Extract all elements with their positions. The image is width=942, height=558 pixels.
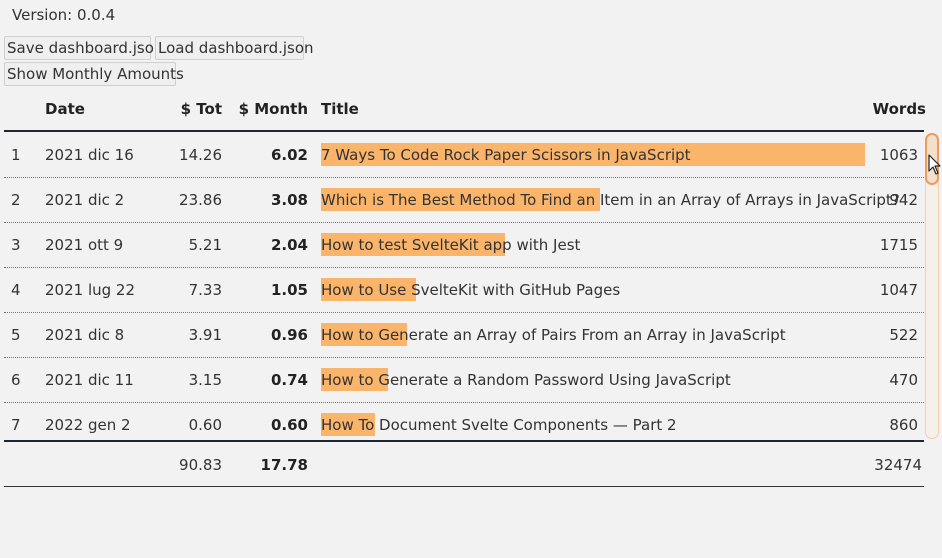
table-footer-totals: 90.83 17.78 32474 — [4, 440, 924, 487]
row-title-cell: How to Generate an Array of Pairs From a… — [321, 313, 866, 358]
row-words: 470 — [889, 371, 918, 389]
row-month: 0.74 — [270, 371, 308, 389]
row-title-cell: Which is The Best Method To Find an Item… — [321, 178, 900, 223]
row-index: 2 — [11, 191, 21, 209]
save-dashboard-button[interactable]: Save dashboard.json — [4, 36, 163, 60]
row-index: 7 — [11, 416, 21, 434]
mouse-cursor-icon — [928, 154, 941, 175]
row-title[interactable]: 7 Ways To Code Rock Paper Scissors in Ja… — [321, 146, 691, 164]
row-date: 2021 dic 8 — [45, 326, 125, 344]
show-monthly-amounts-button[interactable]: Show Monthly Amounts — [4, 62, 184, 86]
table-scrollbar[interactable] — [925, 133, 939, 439]
row-words: 942 — [889, 191, 918, 209]
row-month: 6.02 — [270, 146, 308, 164]
row-total: 0.60 — [188, 416, 222, 434]
row-title-cell: 7 Ways To Code Rock Paper Scissors in Ja… — [321, 133, 866, 178]
row-title[interactable]: Which is The Best Method To Find an Item… — [321, 191, 900, 209]
row-index: 3 — [11, 236, 21, 254]
row-total: 3.15 — [188, 371, 222, 389]
row-index: 6 — [11, 371, 21, 389]
table-header: Date $ Tot $ Month Title Words — [4, 96, 926, 132]
row-date: 2021 dic 16 — [45, 146, 134, 164]
total-tot: 90.83 — [179, 456, 222, 474]
total-month: 17.78 — [260, 456, 308, 474]
row-total: 5.21 — [188, 236, 222, 254]
row-month: 3.08 — [270, 191, 308, 209]
version-label: Version: 0.0.4 — [12, 6, 116, 24]
row-title[interactable]: How to Generate a Random Password Using … — [321, 371, 731, 389]
row-date: 2022 gen 2 — [45, 416, 131, 434]
row-date: 2021 lug 22 — [45, 281, 135, 299]
load-dashboard-button[interactable]: Load dashboard.json — [155, 36, 314, 60]
table-row: 1 2021 dic 16 14.26 6.02 7 Ways To Code … — [4, 133, 924, 178]
table-row: 5 2021 dic 8 3.91 0.96 How to Generate a… — [4, 313, 924, 358]
row-total: 23.86 — [179, 191, 222, 209]
header-total[interactable]: $ Tot — [181, 100, 222, 118]
row-date: 2021 dic 2 — [45, 191, 125, 209]
header-month[interactable]: $ Month — [239, 100, 308, 118]
row-total: 7.33 — [188, 281, 222, 299]
row-title[interactable]: How to test SvelteKit app with Jest — [321, 236, 580, 254]
row-title[interactable]: How to Use SvelteKit with GitHub Pages — [321, 281, 620, 299]
row-words: 860 — [889, 416, 918, 434]
row-date: 2021 ott 9 — [45, 236, 124, 254]
row-month: 0.60 — [270, 416, 308, 434]
row-title[interactable]: How To Document Svelte Components — Part… — [321, 416, 677, 434]
table-row: 7 2022 gen 2 0.60 0.60 How To Document S… — [4, 403, 924, 440]
table-body[interactable]: 1 2021 dic 16 14.26 6.02 7 Ways To Code … — [4, 133, 924, 440]
header-date[interactable]: Date — [45, 100, 85, 118]
table-row: 2 2021 dic 2 23.86 3.08 Which is The Bes… — [4, 178, 924, 223]
row-title[interactable]: How to Generate an Array of Pairs From a… — [321, 326, 786, 344]
row-words: 522 — [889, 326, 918, 344]
row-month: 1.05 — [270, 281, 308, 299]
row-title-cell: How to test SvelteKit app with Jest — [321, 223, 866, 268]
row-words: 1715 — [879, 236, 918, 254]
row-title-cell: How To Document Svelte Components — Part… — [321, 403, 866, 440]
row-month: 0.96 — [270, 326, 308, 344]
row-total: 3.91 — [188, 326, 222, 344]
row-date: 2021 dic 11 — [45, 371, 134, 389]
row-title-cell: How to Use SvelteKit with GitHub Pages — [321, 268, 866, 313]
row-words: 1047 — [879, 281, 918, 299]
row-index: 1 — [11, 146, 21, 164]
row-index: 4 — [11, 281, 21, 299]
header-words[interactable]: Words — [873, 100, 926, 118]
table-row: 3 2021 ott 9 5.21 2.04 How to test Svelt… — [4, 223, 924, 268]
total-words: 32474 — [874, 456, 922, 474]
header-title[interactable]: Title — [321, 100, 359, 118]
row-title-cell: How to Generate a Random Password Using … — [321, 358, 866, 403]
row-words: 1063 — [879, 146, 918, 164]
table-row: 6 2021 dic 11 3.15 0.74 How to Generate … — [4, 358, 924, 403]
row-total: 14.26 — [179, 146, 222, 164]
row-month: 2.04 — [270, 236, 308, 254]
table-row: 4 2021 lug 22 7.33 1.05 How to Use Svelt… — [4, 268, 924, 313]
row-index: 5 — [11, 326, 21, 344]
